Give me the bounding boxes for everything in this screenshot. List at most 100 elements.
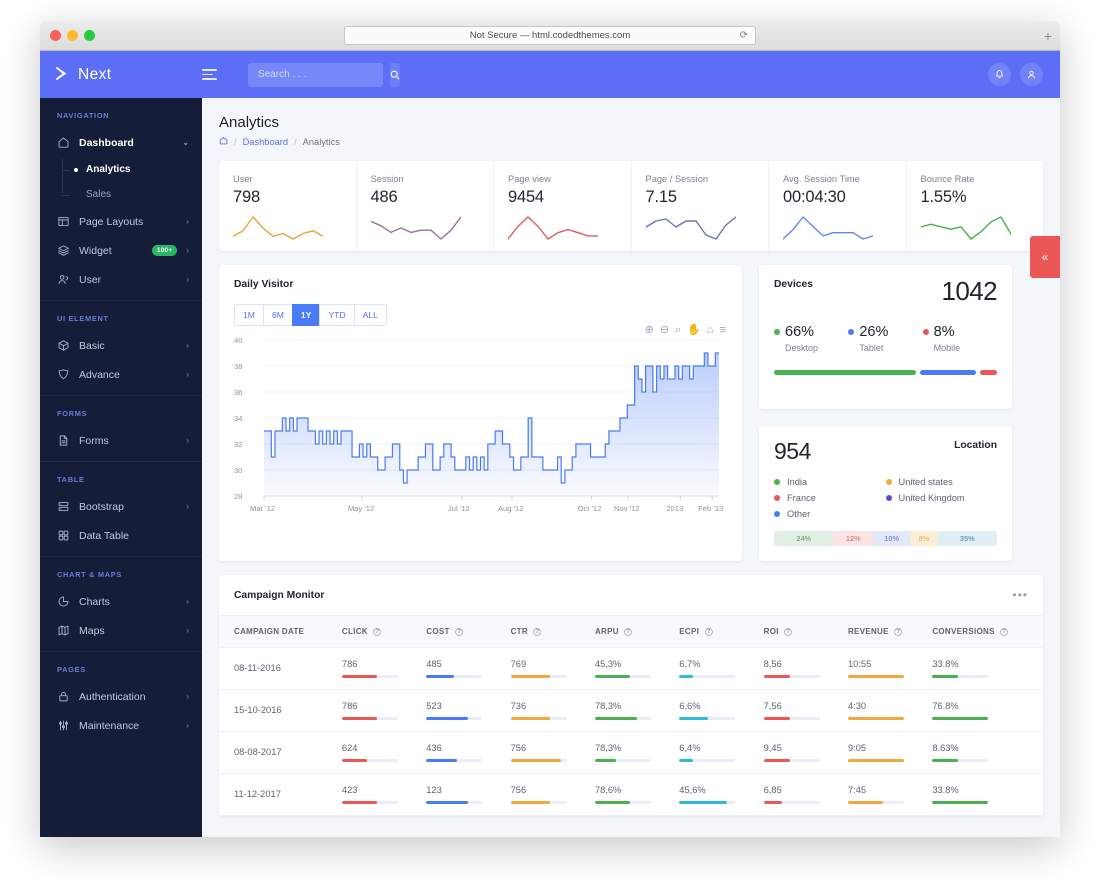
home-icon[interactable]	[219, 136, 228, 147]
metric-cell: 4:30	[847, 689, 933, 732]
x-axis-tick: Aug '12	[497, 504, 524, 513]
table-column-header[interactable]: ECPI ?	[679, 615, 764, 648]
kpi-value: 1.55%	[920, 188, 967, 206]
minimize-window-button[interactable]	[67, 30, 78, 41]
sidebar-item-maintenance[interactable]: Maintenance ›	[40, 711, 202, 740]
table-column-header[interactable]: ROI ?	[763, 615, 848, 648]
sidebar-item-user[interactable]: User ›	[40, 265, 202, 294]
table-column-header[interactable]: COST ?	[426, 615, 511, 648]
sidebar-item-basic[interactable]: Basic ›	[40, 331, 202, 360]
double-chevron-left-icon[interactable]: «	[1030, 236, 1060, 278]
kpi-label: Avg. Session Time	[783, 174, 860, 184]
bell-icon[interactable]	[988, 63, 1011, 86]
table-column-header[interactable]: REVENUE ?	[847, 615, 933, 648]
sidebar-badge: 100+	[151, 245, 178, 256]
sidebar-item-advance[interactable]: Advance ›	[40, 360, 202, 389]
location-legend-label: France	[787, 493, 816, 503]
kpi-sparkline	[508, 216, 598, 240]
y-axis-tick: 30	[234, 466, 243, 475]
range-button-6m[interactable]: 6M	[262, 304, 292, 326]
search-icon[interactable]	[390, 62, 400, 87]
range-button-1m[interactable]: 1M	[234, 304, 263, 326]
metric-progress-bar	[679, 717, 736, 720]
devices-card: Devices 1042 66% Desktop 26% Tablet 8% M…	[759, 265, 1012, 409]
metric-progress-bar	[763, 801, 820, 804]
sidebar-item-charts[interactable]: Charts ›	[40, 587, 202, 616]
range-button-ytd[interactable]: YTD	[319, 304, 354, 326]
visitor-chart[interactable]: 28 30 32 34 36 38 40 Mar '12 May '12 Jul '12 Aug '…	[234, 334, 727, 526]
sidebar-item-maps[interactable]: Maps ›	[40, 616, 202, 645]
help-icon[interactable]: ?	[455, 628, 464, 636]
sidebar-item-data-table[interactable]: Data Table	[40, 521, 202, 550]
metric-cell: 78,6%	[594, 773, 680, 816]
help-icon[interactable]: ?	[373, 628, 382, 636]
metric-cell: 6,6%	[679, 689, 764, 732]
help-icon[interactable]: ?	[894, 628, 903, 636]
sidebar-subitem-analytics[interactable]: Analytics	[62, 157, 202, 182]
kpi-label: User	[233, 174, 253, 184]
window-controls[interactable]	[40, 30, 95, 41]
table-row[interactable]: 11-12-2017 423 123 756 78,6% 45,6% 6,85 …	[219, 773, 1043, 816]
breadcrumb-item-dashboard[interactable]: Dashboard	[243, 137, 288, 147]
table-column-label: CONVERSIONS	[932, 627, 995, 636]
metric-cell: 33.8%	[932, 773, 1043, 816]
sidebar-item-label: Charts	[79, 595, 110, 608]
help-icon[interactable]: ?	[533, 628, 542, 636]
sidebar-item-page-layouts[interactable]: Page Layouts ›	[40, 207, 202, 236]
hamburger-icon[interactable]	[202, 68, 236, 81]
sidebar-item-widget[interactable]: Widget 100+ ›	[40, 236, 202, 265]
maximize-window-button[interactable]	[84, 30, 95, 41]
metric-progress-bar	[510, 759, 567, 762]
sidebar-item-authentication[interactable]: Authentication ›	[40, 682, 202, 711]
campaign-monitor-card: Campaign Monitor ••• CAMPAIGN DATE CLICK…	[219, 575, 1043, 816]
table-row[interactable]: 08-11-2016 786 485 769 45,3% 6,7% 8,56 1…	[219, 647, 1043, 690]
table-column-header[interactable]: CAMPAIGN DATE	[219, 615, 342, 648]
help-icon[interactable]: ?	[784, 628, 793, 636]
range-button-all[interactable]: ALL	[353, 304, 387, 326]
kpi-row: User 798 Session 486 Page view 9454 Page…	[219, 161, 1043, 251]
close-window-button[interactable]	[50, 30, 61, 41]
metric-progress-bar	[679, 675, 736, 678]
range-button-1y[interactable]: 1Y	[291, 304, 320, 326]
reload-icon[interactable]: ⟳	[740, 30, 748, 41]
search-input[interactable]	[248, 69, 390, 80]
metric-progress-bar	[932, 675, 989, 678]
ellipsis-icon[interactable]: •••	[1012, 588, 1028, 602]
metric-cell: 33.8%	[932, 647, 1043, 690]
brand-logo[interactable]: Next	[40, 51, 202, 98]
lock-icon	[57, 690, 70, 703]
kpi-card-session: Session 486	[357, 161, 494, 251]
table-row[interactable]: 15-10-2016 786 523 736 78,3% 6,6% 7,56 4…	[219, 689, 1043, 732]
y-axis-tick: 40	[234, 336, 243, 345]
sidebar-item-label: Maps	[79, 624, 105, 637]
help-icon[interactable]: ?	[704, 628, 713, 636]
plus-icon[interactable]: +	[1044, 28, 1052, 44]
location-bar-percent: 10%	[884, 534, 900, 543]
sidebar-item-bootstrap[interactable]: Bootstrap ›	[40, 492, 202, 521]
table-row[interactable]: 08-08-2017 624 436 756 78,3% 6,4% 9,45 9…	[219, 731, 1043, 774]
address-bar[interactable]: Not Secure — html.codedthemes.com ⟳	[344, 26, 756, 45]
sidebar-item-dashboard[interactable]: Dashboard ⌄	[40, 128, 202, 157]
table-column-header[interactable]: CONVERSIONS ?	[932, 615, 1043, 648]
table-column-header[interactable]: CTR ?	[510, 615, 595, 648]
app-header: Next	[40, 51, 1060, 98]
range-selector[interactable]: 1M 6M 1Y YTD ALL	[234, 304, 727, 326]
sidebar-subitem-sales[interactable]: Sales	[62, 182, 202, 207]
metric-progress-bar	[932, 717, 989, 720]
metric-cell: 6,4%	[679, 731, 764, 774]
kpi-card-page-session: Page / Session 7.15	[632, 161, 769, 251]
campaign-table-body: 08-11-2016 786 485 769 45,3% 6,7% 8,56 1…	[219, 647, 1043, 816]
metric-value: 786	[341, 701, 358, 711]
metric-value: 45,6%	[679, 785, 706, 795]
table-column-header[interactable]: CLICK ?	[341, 615, 427, 648]
metric-cell: 756	[510, 773, 595, 816]
sidebar-item-forms[interactable]: Forms ›	[40, 426, 202, 455]
table-column-header[interactable]: ARPU ?	[594, 615, 680, 648]
metric-progress-bar	[510, 675, 567, 678]
help-icon[interactable]: ?	[624, 628, 633, 636]
metric-progress-bar	[510, 801, 567, 804]
table-column-label: ECPI	[679, 627, 700, 636]
help-icon[interactable]: ?	[1000, 628, 1009, 636]
search-box[interactable]	[248, 62, 400, 87]
user-icon[interactable]	[1020, 63, 1043, 86]
